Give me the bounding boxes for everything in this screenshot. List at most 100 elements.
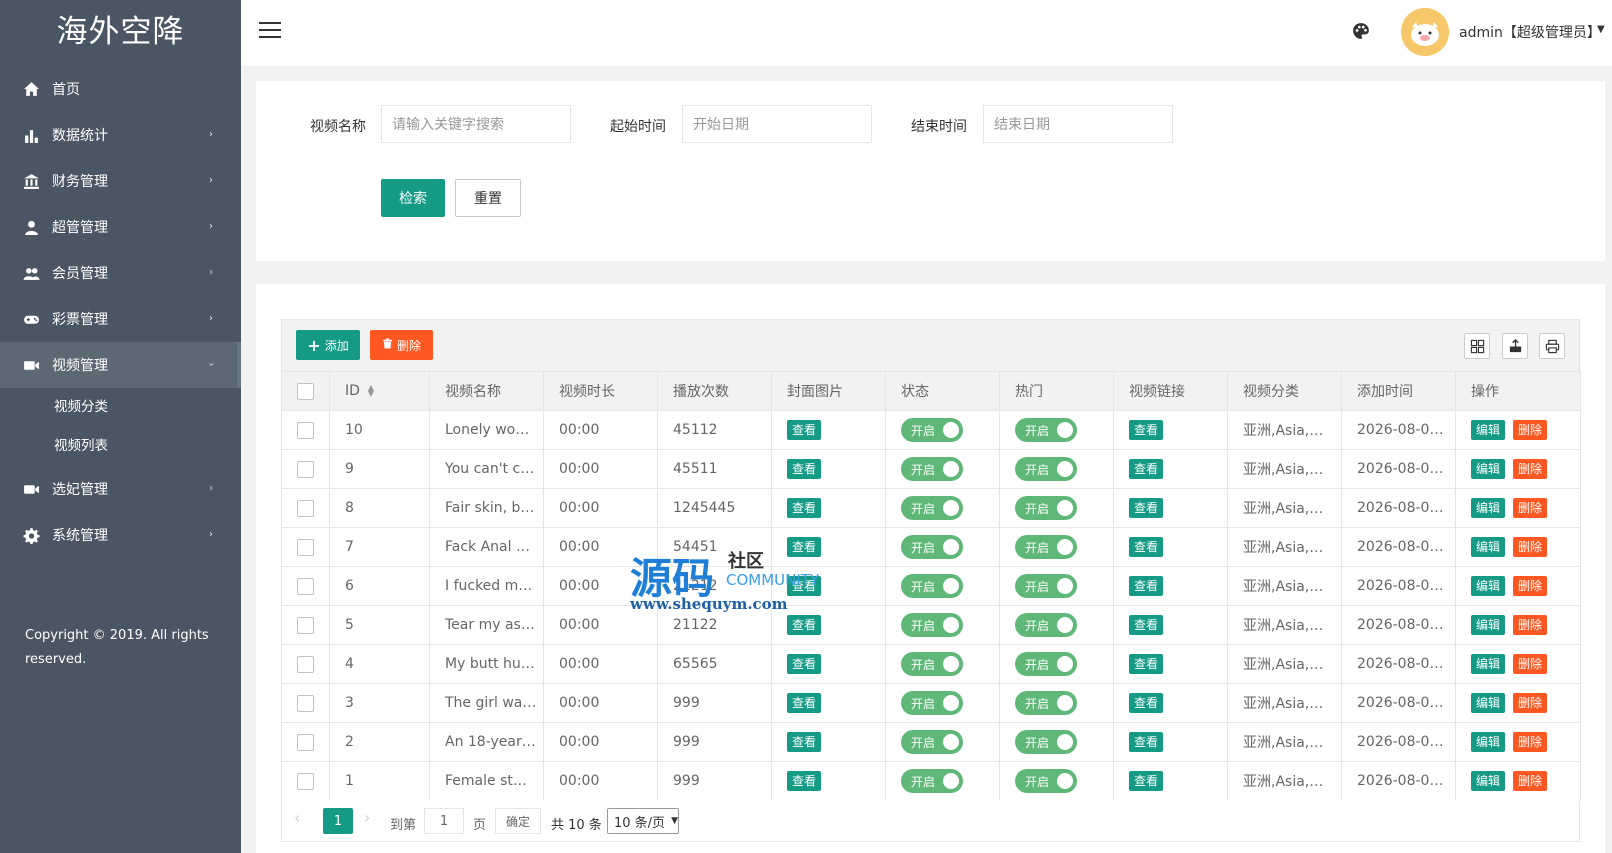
avatar[interactable] [1401, 8, 1449, 56]
status-toggle[interactable]: 开启 [901, 535, 963, 559]
hot-toggle[interactable]: 开启 [1015, 496, 1077, 520]
search-button[interactable]: 检索 [381, 179, 445, 217]
edit-button[interactable]: 编辑 [1471, 615, 1506, 635]
row-checkbox[interactable] [297, 538, 314, 556]
view-cover-button[interactable]: 查看 [787, 576, 822, 596]
hot-toggle[interactable]: 开启 [1015, 457, 1077, 481]
reset-button[interactable]: 重置 [455, 179, 521, 217]
delete-button[interactable]: 删除 [1513, 498, 1548, 518]
sidebar-item-finance[interactable]: 财务管理 › [0, 158, 241, 204]
sort-icon[interactable]: ▲ ▼ [368, 384, 374, 398]
row-checkbox[interactable] [297, 772, 314, 790]
row-checkbox[interactable] [297, 577, 314, 595]
view-cover-button[interactable]: 查看 [787, 654, 822, 674]
view-link-button[interactable]: 查看 [1129, 576, 1164, 596]
column-header-id[interactable]: ID ▲ ▼ [329, 371, 430, 411]
edit-button[interactable]: 编辑 [1471, 459, 1506, 479]
select-all-checkbox[interactable] [297, 382, 314, 400]
sidebar-item-admin[interactable]: 超管管理 › [0, 204, 241, 250]
row-checkbox[interactable] [297, 733, 314, 751]
view-cover-button[interactable]: 查看 [787, 537, 822, 557]
start-date-input[interactable]: 开始日期 [682, 105, 872, 143]
add-button[interactable]: + 添加 [296, 330, 360, 360]
batch-delete-button[interactable]: 删除 [370, 330, 433, 360]
user-menu[interactable]: admin【超级管理员】 [1459, 22, 1601, 42]
status-toggle[interactable]: 开启 [901, 574, 963, 598]
status-toggle[interactable]: 开启 [901, 691, 963, 715]
sidebar-item-lottery[interactable]: 彩票管理 › [0, 296, 241, 342]
end-date-input[interactable]: 结束日期 [983, 105, 1173, 143]
hot-toggle[interactable]: 开启 [1015, 418, 1077, 442]
view-link-button[interactable]: 查看 [1129, 693, 1164, 713]
view-cover-button[interactable]: 查看 [787, 732, 822, 752]
video-name-input[interactable]: 请输入关键字搜索 [381, 105, 571, 143]
columns-filter-icon[interactable] [1464, 333, 1490, 359]
print-icon[interactable] [1539, 333, 1565, 359]
caret-down-icon[interactable]: ▼ [1597, 24, 1605, 35]
edit-button[interactable]: 编辑 [1471, 420, 1506, 440]
page-size-value[interactable]: 10 条/页 ▼ [607, 808, 679, 834]
delete-button[interactable]: 删除 [1513, 537, 1548, 557]
sidebar-item-home[interactable]: 首页 [0, 66, 241, 112]
view-cover-button[interactable]: 查看 [787, 615, 822, 635]
view-link-button[interactable]: 查看 [1129, 732, 1164, 752]
delete-button[interactable]: 删除 [1513, 420, 1548, 440]
palette-icon[interactable] [1352, 22, 1374, 44]
hot-toggle[interactable]: 开启 [1015, 730, 1077, 754]
status-toggle[interactable]: 开启 [901, 418, 963, 442]
view-cover-button[interactable]: 查看 [787, 693, 822, 713]
goto-confirm-button[interactable]: 确定 [495, 808, 541, 834]
view-link-button[interactable]: 查看 [1129, 654, 1164, 674]
edit-button[interactable]: 编辑 [1471, 654, 1506, 674]
row-checkbox[interactable] [297, 616, 314, 634]
row-checkbox[interactable] [297, 460, 314, 478]
view-link-button[interactable]: 查看 [1129, 498, 1164, 518]
row-checkbox[interactable] [297, 421, 314, 439]
sidebar-item-members[interactable]: 会员管理 › [0, 250, 241, 296]
edit-button[interactable]: 编辑 [1471, 693, 1506, 713]
view-cover-button[interactable]: 查看 [787, 420, 822, 440]
sidebar-item-concubine[interactable]: 选妃管理 › [0, 466, 241, 512]
view-link-button[interactable]: 查看 [1129, 615, 1164, 635]
hot-toggle[interactable]: 开启 [1015, 574, 1077, 598]
hot-toggle[interactable]: 开启 [1015, 691, 1077, 715]
menu-toggle-icon[interactable] [259, 22, 281, 42]
delete-button[interactable]: 删除 [1513, 693, 1548, 713]
delete-button[interactable]: 删除 [1513, 732, 1548, 752]
delete-button[interactable]: 删除 [1513, 576, 1548, 596]
row-checkbox[interactable] [297, 655, 314, 673]
next-page-icon[interactable]: › [364, 808, 370, 827]
goto-page-value[interactable]: 1 [424, 808, 464, 834]
delete-button[interactable]: 删除 [1513, 654, 1548, 674]
prev-page-icon[interactable]: ‹ [294, 808, 300, 827]
sidebar-item-video[interactable]: 视频管理 › [0, 342, 241, 388]
status-toggle[interactable]: 开启 [901, 496, 963, 520]
view-link-button[interactable]: 查看 [1129, 420, 1164, 440]
status-toggle[interactable]: 开启 [901, 730, 963, 754]
row-checkbox[interactable] [297, 499, 314, 517]
page-size-select[interactable]: 10 条/页 ▼ [607, 808, 679, 834]
submenu-item-video-category[interactable]: 视频分类 [0, 388, 241, 427]
view-cover-button[interactable]: 查看 [787, 771, 822, 791]
sidebar-item-system[interactable]: 系统管理 › [0, 512, 241, 558]
delete-button[interactable]: 删除 [1513, 771, 1548, 791]
hot-toggle[interactable]: 开启 [1015, 652, 1077, 676]
status-toggle[interactable]: 开启 [901, 769, 963, 793]
view-link-button[interactable]: 查看 [1129, 771, 1164, 791]
status-toggle[interactable]: 开启 [901, 652, 963, 676]
submenu-item-video-list[interactable]: 视频列表 [0, 427, 241, 466]
status-toggle[interactable]: 开启 [901, 457, 963, 481]
view-link-button[interactable]: 查看 [1129, 459, 1164, 479]
delete-button[interactable]: 删除 [1513, 459, 1548, 479]
status-toggle[interactable]: 开启 [901, 613, 963, 637]
sidebar-item-stats[interactable]: 数据统计 › [0, 112, 241, 158]
hot-toggle[interactable]: 开启 [1015, 613, 1077, 637]
edit-button[interactable]: 编辑 [1471, 732, 1506, 752]
hot-toggle[interactable]: 开启 [1015, 769, 1077, 793]
page-1-button[interactable]: 1 [323, 808, 353, 834]
view-link-button[interactable]: 查看 [1129, 537, 1164, 557]
row-checkbox[interactable] [297, 694, 314, 712]
delete-button[interactable]: 删除 [1513, 615, 1548, 635]
edit-button[interactable]: 编辑 [1471, 771, 1506, 791]
edit-button[interactable]: 编辑 [1471, 576, 1506, 596]
